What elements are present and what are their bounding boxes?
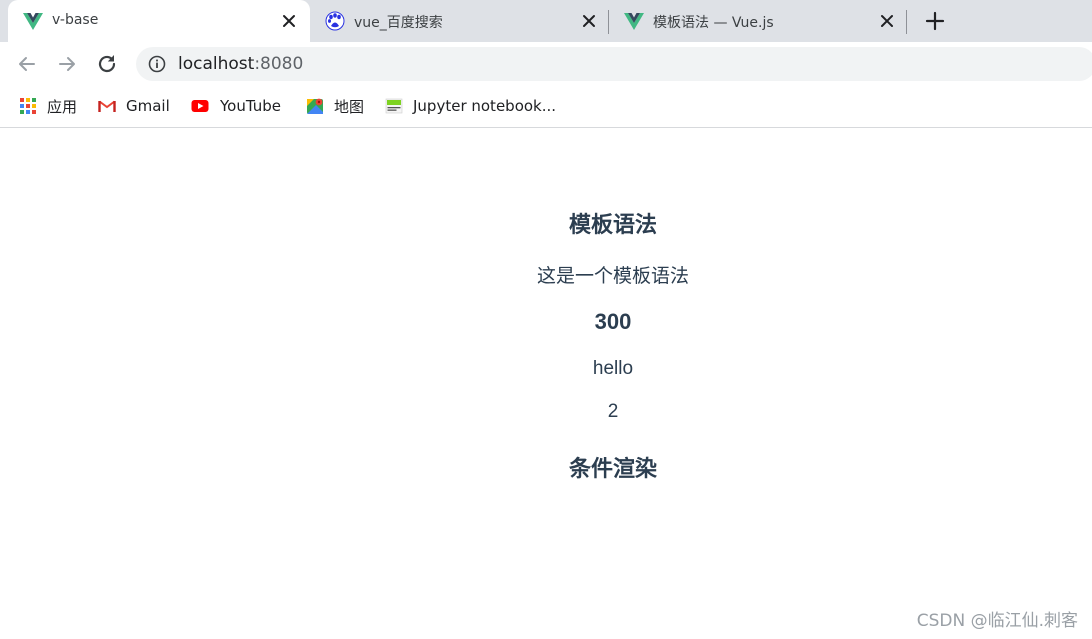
vue-logo-icon <box>23 13 43 30</box>
close-icon[interactable] <box>280 12 298 30</box>
new-tab-plus-icon[interactable] <box>925 11 945 31</box>
reload-icon[interactable] <box>95 52 119 76</box>
heading-conditional-rendering: 条件渲染 <box>568 456 657 481</box>
browser-toolbar: localhost:8080 <box>0 42 1092 86</box>
bookmark-maps[interactable]: 地图 <box>306 95 364 117</box>
tab-vue-docs[interactable]: 模板语法 — Vue.js <box>609 0 907 42</box>
url-text: localhost:8080 <box>178 54 303 74</box>
bookmark-gmail[interactable]: Gmail <box>98 95 170 117</box>
tab-title: v-base <box>52 12 99 28</box>
bookmarks-bar: 应用 Gmail YouTube 地图 Jupyter notebook... <box>0 86 1092 128</box>
bookmark-label: Jupyter notebook... <box>413 97 557 115</box>
tab-title: vue_百度搜索 <box>354 15 443 31</box>
close-icon[interactable] <box>878 12 896 30</box>
bookmark-youtube[interactable]: YouTube <box>190 95 281 117</box>
bookmark-label: YouTube <box>220 97 281 115</box>
bookmark-label: 应用 <box>47 97 78 116</box>
jupyter-icon <box>385 98 403 114</box>
csdn-watermark: CSDN @临江仙.刺客 <box>916 611 1078 631</box>
info-icon[interactable] <box>148 55 166 73</box>
bookmark-label: Gmail <box>126 97 170 115</box>
baidu-paw-icon <box>325 11 345 31</box>
url-host: localhost <box>178 54 255 74</box>
bookmark-label: 地图 <box>334 97 365 116</box>
forward-arrow-icon[interactable] <box>55 52 79 76</box>
tab-strip: v-base vue_百度搜索 模板语法 — Vue.js <box>0 0 1092 42</box>
back-arrow-icon[interactable] <box>15 52 39 76</box>
bookmark-apps[interactable]: 应用 <box>19 95 77 117</box>
number-value: 300 <box>594 309 632 334</box>
address-bar[interactable]: localhost:8080 <box>136 47 1092 81</box>
vue-logo-icon <box>624 13 644 30</box>
tab-v-base[interactable]: v-base <box>8 0 310 42</box>
bookmark-jupyter[interactable]: Jupyter notebook... <box>385 95 556 117</box>
heading-template-syntax: 模板语法 <box>568 212 657 237</box>
tab-baidu-search[interactable]: vue_百度搜索 <box>310 0 608 42</box>
tab-separator <box>906 10 907 34</box>
count-value: 2 <box>607 401 619 422</box>
youtube-icon <box>191 100 209 112</box>
url-port: :8080 <box>254 54 304 74</box>
maps-icon <box>307 98 323 114</box>
close-icon[interactable] <box>580 12 598 30</box>
apps-grid-icon <box>20 98 36 114</box>
hello-text: hello <box>592 358 634 379</box>
page-content: 模板语法 这是一个模板语法 300 hello 2 条件渲染 <box>0 129 1092 639</box>
gmail-icon <box>98 100 116 112</box>
message-text: 这是一个模板语法 <box>536 266 689 287</box>
tab-title: 模板语法 — Vue.js <box>653 15 774 31</box>
